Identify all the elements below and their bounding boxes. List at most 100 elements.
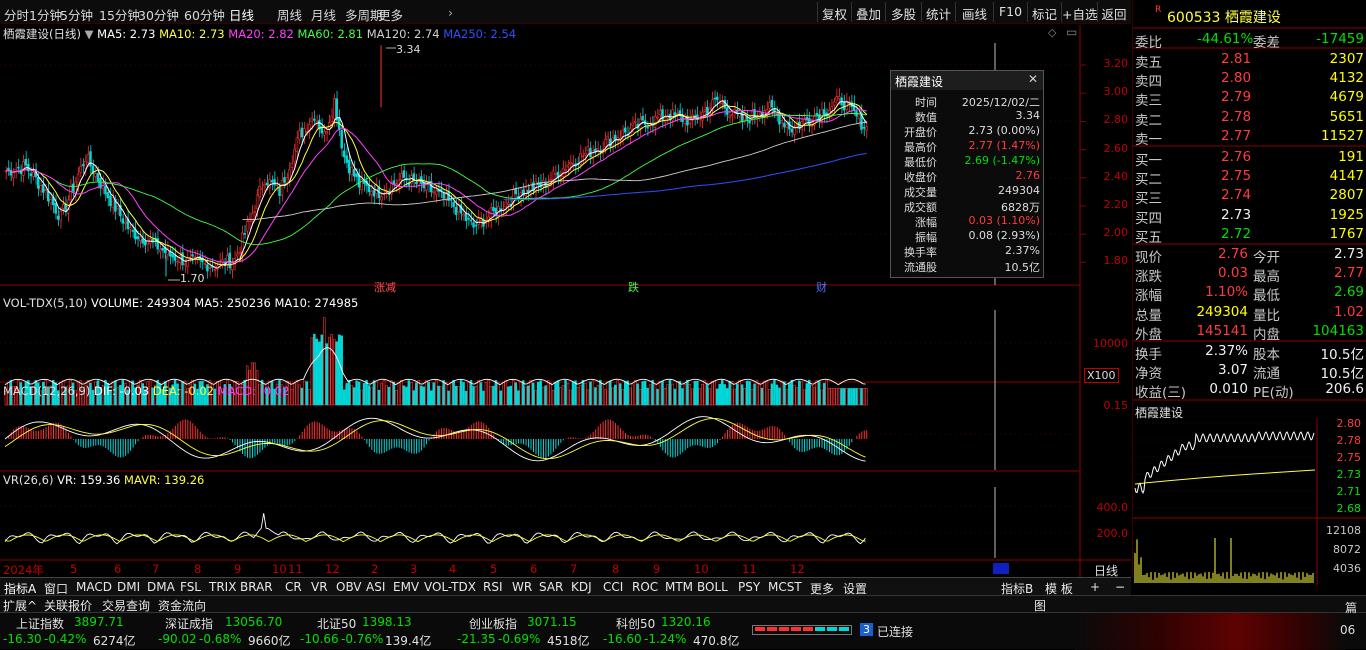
buy-price[interactable]: 2.73 xyxy=(1221,207,1251,223)
indicator-tab-9[interactable]: VR xyxy=(311,580,328,594)
toolbar-button-7[interactable]: +自选 xyxy=(1061,2,1097,22)
period-tab-9[interactable]: 多周期 xyxy=(345,5,383,24)
period-tab-0[interactable]: 分时 xyxy=(4,5,29,24)
toolbar-button-2[interactable]: 多股 xyxy=(885,2,921,22)
sell-volume: 5651 xyxy=(1329,108,1364,125)
buy-price[interactable]: 2.74 xyxy=(1221,187,1251,203)
indicator-tab-12[interactable]: EMV xyxy=(393,580,419,594)
diamond-icon[interactable]: ◇ xyxy=(1048,26,1056,39)
weicha-value: -17459 xyxy=(1316,31,1364,47)
sell-price[interactable]: 2.81 xyxy=(1221,51,1251,67)
toolbar-button-1[interactable]: 叠加 xyxy=(851,2,885,22)
period-tab-5[interactable]: 60分钟 xyxy=(184,5,225,24)
connection-count-badge[interactable]: 3 xyxy=(860,623,873,636)
toolbar-button-3[interactable]: 统计 xyxy=(921,2,955,22)
news-icon-label[interactable]: 篇 xyxy=(1345,599,1357,616)
period-tab-6[interactable]: 日线 xyxy=(229,5,254,24)
buy-price[interactable]: 2.72 xyxy=(1221,226,1251,242)
index-name[interactable]: 深证成指 xyxy=(165,615,213,632)
volume-legend: VOL-TDX(5,10) VOLUME: 249304 MA5: 250236… xyxy=(3,296,359,310)
stat-value: 1.10% xyxy=(1205,284,1248,301)
month-label: 5 xyxy=(490,562,498,576)
buy-volume: 1767 xyxy=(1329,225,1364,242)
indicator-tab-21[interactable]: BOLL xyxy=(697,580,728,594)
chevron-right-icon[interactable]: › xyxy=(448,5,453,20)
panel-toggle-icon[interactable]: ▭ xyxy=(1066,25,1077,39)
indicator-tab-22[interactable]: PSY xyxy=(738,580,760,594)
template-tab-2[interactable]: + xyxy=(1090,580,1100,594)
index-name[interactable]: 创业板指 xyxy=(469,615,517,632)
index-name[interactable]: 北证50 xyxy=(317,615,356,632)
price-axis-tick: 3.00 xyxy=(1103,85,1129,99)
stat-value: 104163 xyxy=(1312,322,1364,339)
indicator-tab-23[interactable]: MCST xyxy=(768,580,802,594)
event-label[interactable]: 财 xyxy=(816,279,827,295)
event-label[interactable]: 涨减 xyxy=(374,279,396,295)
connection-status[interactable]: 已连接 xyxy=(877,623,913,640)
toolbar-button-0[interactable]: 复权 xyxy=(817,2,851,22)
index-name[interactable]: 科创50 xyxy=(616,615,655,632)
sell-price[interactable]: 2.78 xyxy=(1221,109,1251,125)
sell-price[interactable]: 2.80 xyxy=(1221,70,1251,86)
intraday-mini-chart[interactable]: 2.80 2.78 2.75 2.73 2.71 2.68 12108 8072 4036 xyxy=(1133,418,1366,586)
index-change: -16.60 xyxy=(603,632,642,646)
month-label: 8 xyxy=(612,562,620,576)
index-percent: -1.24% xyxy=(644,632,687,646)
indicator-tab-11[interactable]: ASI xyxy=(366,580,385,594)
ma5-value: MA5: 2.73 xyxy=(97,27,156,41)
indicator-tab-19[interactable]: ROC xyxy=(632,580,658,594)
market-breadth-bar xyxy=(752,625,852,635)
toolbar-button-4[interactable]: 画线 xyxy=(955,2,993,22)
template-tab-3[interactable]: − xyxy=(1115,580,1125,594)
toolbar-button-8[interactable]: 返回 xyxy=(1097,2,1130,22)
stat-label: PE(动) xyxy=(1253,385,1294,402)
buy-price[interactable]: 2.76 xyxy=(1221,149,1251,165)
indicator-tab-2[interactable]: MACD xyxy=(76,580,112,594)
sell-volume: 4679 xyxy=(1329,89,1364,106)
sell-level-label: 卖二 xyxy=(1135,112,1162,129)
indicator-tab-7[interactable]: BRAR xyxy=(240,580,273,594)
event-label[interactable]: 跌 xyxy=(628,279,639,295)
toolbar-button-6[interactable]: 标记 xyxy=(1027,2,1061,22)
indicator-tab-15[interactable]: WR xyxy=(512,580,532,594)
index-name[interactable]: 上证指数 xyxy=(16,615,64,632)
toolbar-button-5[interactable]: F10 xyxy=(993,2,1027,22)
dropdown-icon[interactable]: ▼ xyxy=(85,27,94,41)
indicator-tab-16[interactable]: SAR xyxy=(539,580,563,594)
indicator-tab-8[interactable]: CR xyxy=(285,580,302,594)
sell-level-label: 卖五 xyxy=(1135,55,1162,71)
data-tooltip-window: 栖霞建设 ✕ 时间 2025/12/02/二 数值 3.34 开盘价 2.73 (0.00… xyxy=(890,70,1044,278)
indicator-tab-18[interactable]: CCI xyxy=(603,580,623,594)
index-change: -10.66 xyxy=(300,632,339,646)
indicator-tab-3[interactable]: DMI xyxy=(117,580,140,594)
period-tab-1[interactable]: 1分钟 xyxy=(29,5,62,24)
sell-price[interactable]: 2.77 xyxy=(1221,128,1251,144)
indicator-tab-17[interactable]: KDJ xyxy=(571,580,592,594)
indicator-tab-4[interactable]: DMA xyxy=(147,580,175,594)
period-tab-8[interactable]: 月线 xyxy=(311,5,336,24)
period-tab-2[interactable]: 5分钟 xyxy=(60,5,93,24)
indicator-tab-13[interactable]: VOL-TDX xyxy=(424,580,476,594)
period-tab-4[interactable]: 30分钟 xyxy=(138,5,179,24)
sell-price[interactable]: 2.79 xyxy=(1221,89,1251,105)
indicator-tab-14[interactable]: RSI xyxy=(483,580,503,594)
index-amount: 9660亿 xyxy=(248,634,291,648)
period-tab-7[interactable]: 周线 xyxy=(277,5,302,24)
volume-unit-badge[interactable]: X100 xyxy=(1084,368,1119,383)
indicator-tab-20[interactable]: MTM xyxy=(665,580,693,594)
period-tab-3[interactable]: 15分钟 xyxy=(99,5,140,24)
tooltip-row: 成交额 6828万 xyxy=(904,201,1040,214)
period-tab-10[interactable]: 更多 xyxy=(378,5,403,24)
index-change: -21.35 xyxy=(457,632,496,646)
close-icon[interactable]: ✕ xyxy=(1028,72,1038,86)
stat-label: 总量 xyxy=(1135,307,1162,324)
index-value: 1398.13 xyxy=(362,615,412,629)
indicator-tab-5[interactable]: FSL xyxy=(180,580,201,594)
indicator-tab-6[interactable]: TRIX xyxy=(209,580,236,594)
tooltip-row: 时间 2025/12/02/二 xyxy=(915,96,1040,109)
low-price-mark: 1.70 xyxy=(180,272,205,285)
indicator-tab-10[interactable]: OBV xyxy=(336,580,362,594)
month-label: 11 xyxy=(288,562,303,576)
month-label: 12 xyxy=(325,562,340,576)
buy-price[interactable]: 2.75 xyxy=(1221,168,1251,184)
